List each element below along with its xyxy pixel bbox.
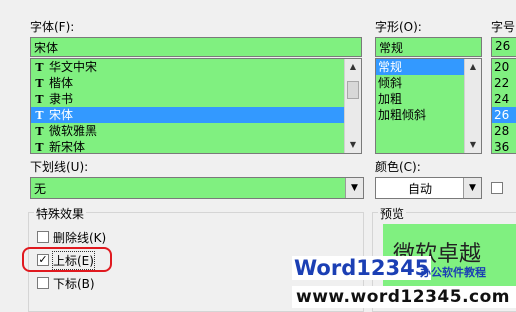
font-list-rows: T 华文中宋 T 楷体 T 隶书 T 宋体 T 微软雅黑 T 新宋体 xyxy=(31,59,345,154)
font-list-item-label: 楷体 xyxy=(49,76,74,90)
font-size-value: 26 xyxy=(495,39,511,53)
font-list-item-label: 宋体 xyxy=(49,108,74,122)
style-list-item[interactable]: 加粗倾斜 xyxy=(376,107,465,123)
partial-checkbox[interactable] xyxy=(491,182,503,194)
size-list-item-label: 22 xyxy=(494,76,510,90)
font-style-list[interactable]: 常规倾斜加粗加粗倾斜 ▲ ▼ xyxy=(375,58,482,154)
color-label: 颜色(C): xyxy=(375,160,421,174)
style-list-item-label: 常规 xyxy=(378,60,403,74)
style-list-rows: 常规倾斜加粗加粗倾斜 xyxy=(376,59,465,123)
truetype-font-icon: T xyxy=(35,141,44,154)
font-size-list[interactable]: 20 22 24 26 28 36 xyxy=(491,58,516,154)
style-list-item-label: 加粗倾斜 xyxy=(378,108,427,122)
scroll-down-icon[interactable]: ▼ xyxy=(345,137,361,153)
size-list-item-label: 20 xyxy=(494,60,510,74)
truetype-font-icon: T xyxy=(35,125,44,138)
size-list-item[interactable]: 24 xyxy=(492,91,516,107)
style-list-item-label: 倾斜 xyxy=(378,76,403,90)
font-list-item-label: 隶书 xyxy=(49,92,74,106)
font-list-item[interactable]: T 新宋体 xyxy=(31,139,345,154)
color-combo[interactable]: 自动 ▼ xyxy=(375,177,482,199)
style-list-item-label: 加粗 xyxy=(378,92,403,106)
style-list-scrollbar[interactable]: ▲ ▼ xyxy=(464,59,481,153)
size-list-rows: 20 22 24 26 28 36 xyxy=(492,59,516,154)
truetype-font-icon: T xyxy=(35,77,44,90)
truetype-font-icon: T xyxy=(35,61,44,74)
font-list-item-label: 微软雅黑 xyxy=(49,124,98,138)
scroll-up-icon[interactable]: ▲ xyxy=(345,59,361,75)
size-list-item-label: 24 xyxy=(494,92,510,106)
font-list-item[interactable]: T 楷体 xyxy=(31,75,345,91)
font-list-item[interactable]: T 隶书 xyxy=(31,91,345,107)
size-list-item-label: 28 xyxy=(494,124,510,138)
truetype-font-icon: T xyxy=(35,93,44,106)
font-list-item[interactable]: T 宋体 xyxy=(31,107,345,123)
style-list-item[interactable]: 倾斜 xyxy=(376,75,465,91)
subscript-checkbox[interactable] xyxy=(37,277,49,289)
watermark-tagline: 办公软件教程 xyxy=(420,266,486,279)
font-name-value: 宋体 xyxy=(34,41,59,55)
font-list-item[interactable]: T 微软雅黑 xyxy=(31,123,345,139)
style-label: 字形(O): xyxy=(375,20,422,34)
size-list-item[interactable]: 36 xyxy=(492,139,516,154)
color-value: 自动 xyxy=(408,182,433,196)
superscript-highlight-ring xyxy=(22,247,112,272)
scroll-down-icon[interactable]: ▼ xyxy=(465,137,481,153)
font-style-value: 常规 xyxy=(379,41,404,55)
size-list-item-label: 36 xyxy=(494,140,510,154)
chevron-down-icon[interactable]: ▼ xyxy=(345,178,363,198)
effects-group-label: 特殊效果 xyxy=(34,205,87,222)
chevron-down-icon[interactable]: ▼ xyxy=(463,178,481,198)
size-list-item[interactable]: 26 xyxy=(492,107,516,123)
font-list-item-label: 新宋体 xyxy=(49,140,86,154)
style-list-item[interactable]: 加粗 xyxy=(376,91,465,107)
font-list[interactable]: T 华文中宋 T 楷体 T 隶书 T 宋体 T 微软雅黑 T 新宋体 ▲ ▼ xyxy=(30,58,362,154)
size-list-item-label: 26 xyxy=(494,108,510,122)
size-list-item[interactable]: 22 xyxy=(492,75,516,91)
style-list-item[interactable]: 常规 xyxy=(376,59,465,75)
font-size-field[interactable]: 26 xyxy=(491,37,516,57)
watermark-logo: Word12345 办公软件教程 xyxy=(292,256,516,284)
font-name-field[interactable]: 宋体 xyxy=(30,37,362,57)
font-list-item-label: 华文中宋 xyxy=(49,60,98,74)
size-label: 字号 xyxy=(491,20,516,34)
size-list-item[interactable]: 28 xyxy=(492,123,516,139)
watermark-url: www.word12345.com xyxy=(296,287,510,307)
underline-value: 无 xyxy=(34,182,47,196)
underline-combo[interactable]: 无 ▼ xyxy=(30,177,364,199)
subscript-label: 下标(B) xyxy=(53,277,95,291)
scroll-thumb[interactable] xyxy=(347,81,359,99)
strikethrough-checkbox[interactable] xyxy=(37,231,49,243)
font-label: 字体(F): xyxy=(30,20,75,34)
underline-label: 下划线(U): xyxy=(30,160,89,174)
watermark-url-band: www.word12345.com xyxy=(292,286,516,308)
font-list-scrollbar[interactable]: ▲ ▼ xyxy=(344,59,361,153)
size-list-item[interactable]: 20 xyxy=(492,59,516,75)
font-list-item[interactable]: T 华文中宋 xyxy=(31,59,345,75)
truetype-font-icon: T xyxy=(35,109,44,122)
font-style-field[interactable]: 常规 xyxy=(375,37,482,57)
watermark-brand: Word12345 xyxy=(292,256,432,280)
dialog-top-edge xyxy=(0,0,516,10)
scroll-up-icon[interactable]: ▲ xyxy=(465,59,481,75)
strikethrough-label: 删除线(K) xyxy=(53,231,107,245)
preview-group-label: 预览 xyxy=(378,205,407,222)
